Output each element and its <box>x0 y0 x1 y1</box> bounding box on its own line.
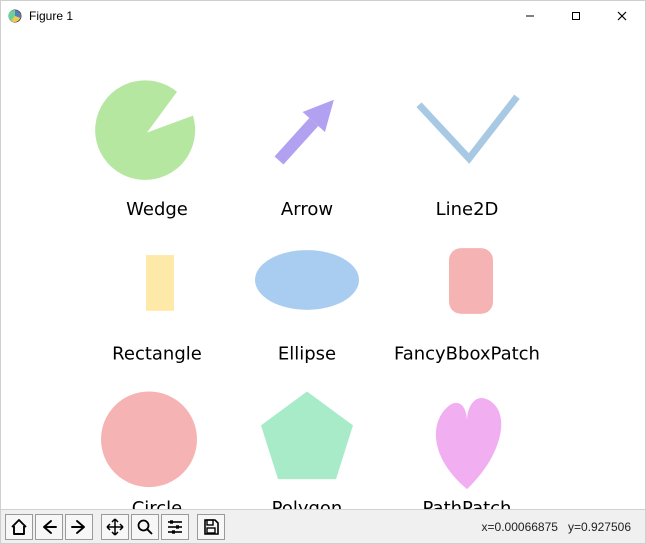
zoom-button[interactable] <box>131 514 159 540</box>
minimize-icon <box>525 11 535 21</box>
home-icon <box>10 518 28 536</box>
minimize-button[interactable] <box>507 1 553 31</box>
back-icon <box>40 518 58 536</box>
save-icon <box>202 518 220 536</box>
shape-wedge <box>95 80 195 180</box>
home-button[interactable] <box>5 514 33 540</box>
figure-canvas[interactable]: Wedge Arrow Line2D Rectangle <box>1 31 645 509</box>
back-button[interactable] <box>35 514 63 540</box>
label-wedge: Wedge <box>126 199 188 220</box>
forward-icon <box>70 518 88 536</box>
maximize-button[interactable] <box>553 1 599 31</box>
window-controls <box>507 1 645 31</box>
shape-rectangle <box>146 255 174 311</box>
shape-arrow <box>268 90 345 171</box>
label-ellipse: Ellipse <box>278 344 336 365</box>
sliders-icon <box>166 518 184 536</box>
toolbar: x=0.00066875 y=0.927506 <box>1 509 645 543</box>
shape-polygon <box>261 391 353 479</box>
maximize-icon <box>571 11 581 21</box>
close-icon <box>617 11 627 21</box>
figure-window: Figure 1 <box>0 0 646 544</box>
label-rectangle: Rectangle <box>112 344 202 365</box>
cursor-coords: x=0.00066875 y=0.927506 <box>482 520 631 534</box>
pan-button[interactable] <box>101 514 129 540</box>
shape-circle <box>101 391 197 487</box>
titlebar: Figure 1 <box>1 1 645 32</box>
save-button[interactable] <box>197 514 225 540</box>
label-arrow: Arrow <box>281 199 333 220</box>
close-button[interactable] <box>599 1 645 31</box>
forward-button[interactable] <box>65 514 93 540</box>
pan-icon <box>106 518 124 536</box>
app-icon <box>7 8 23 24</box>
shape-ellipse <box>255 250 359 310</box>
subplots-button[interactable] <box>161 514 189 540</box>
shape-line2d <box>419 97 517 159</box>
label-line2d: Line2D <box>436 199 499 220</box>
shape-pathpatch <box>436 398 501 489</box>
window-title: Figure 1 <box>29 9 73 23</box>
shape-fancybbox <box>449 248 493 314</box>
zoom-icon <box>136 518 154 536</box>
label-fancybbox: FancyBboxPatch <box>394 344 540 365</box>
